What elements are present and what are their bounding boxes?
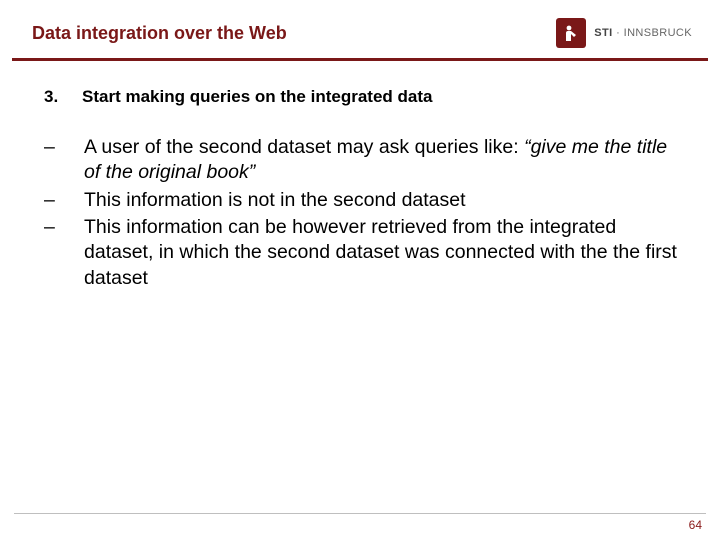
brand-dot: · [616, 27, 624, 39]
brand-light: INNSBRUCK [624, 27, 692, 39]
page-number: 64 [689, 518, 702, 532]
bullet-text: This information is not in the second da… [84, 188, 678, 213]
list-item: – This information is not in the second … [44, 188, 678, 213]
person-arrow-icon [561, 23, 581, 43]
bullet-dash: – [44, 215, 66, 291]
slide-header: Data integration over the Web STI · INNS… [0, 0, 720, 58]
sti-logo-icon [556, 18, 586, 48]
ordered-number: 3. [44, 87, 66, 107]
bullet-dash: – [44, 188, 66, 213]
brand-logo: STI · INNSBRUCK [556, 18, 692, 48]
ordered-text: Start making queries on the integrated d… [82, 87, 432, 107]
slide: Data integration over the Web STI · INNS… [0, 0, 720, 540]
bullet-list: – A user of the second dataset may ask q… [42, 135, 678, 291]
brand-text: STI · INNSBRUCK [594, 27, 692, 39]
footer-rule [14, 513, 706, 514]
slide-title: Data integration over the Web [32, 23, 287, 44]
bullet-dash: – [44, 135, 66, 186]
brand-bold: STI [594, 27, 612, 39]
list-item: – A user of the second dataset may ask q… [44, 135, 678, 186]
bullet-text: This information can be however retrieve… [84, 215, 678, 291]
bullet-text: A user of the second dataset may ask que… [84, 135, 678, 186]
bullet-text-prefix: A user of the second dataset may ask que… [84, 136, 524, 158]
list-item: – This information can be however retrie… [44, 215, 678, 291]
slide-content: 3. Start making queries on the integrate… [0, 61, 720, 291]
ordered-item: 3. Start making queries on the integrate… [42, 87, 678, 107]
